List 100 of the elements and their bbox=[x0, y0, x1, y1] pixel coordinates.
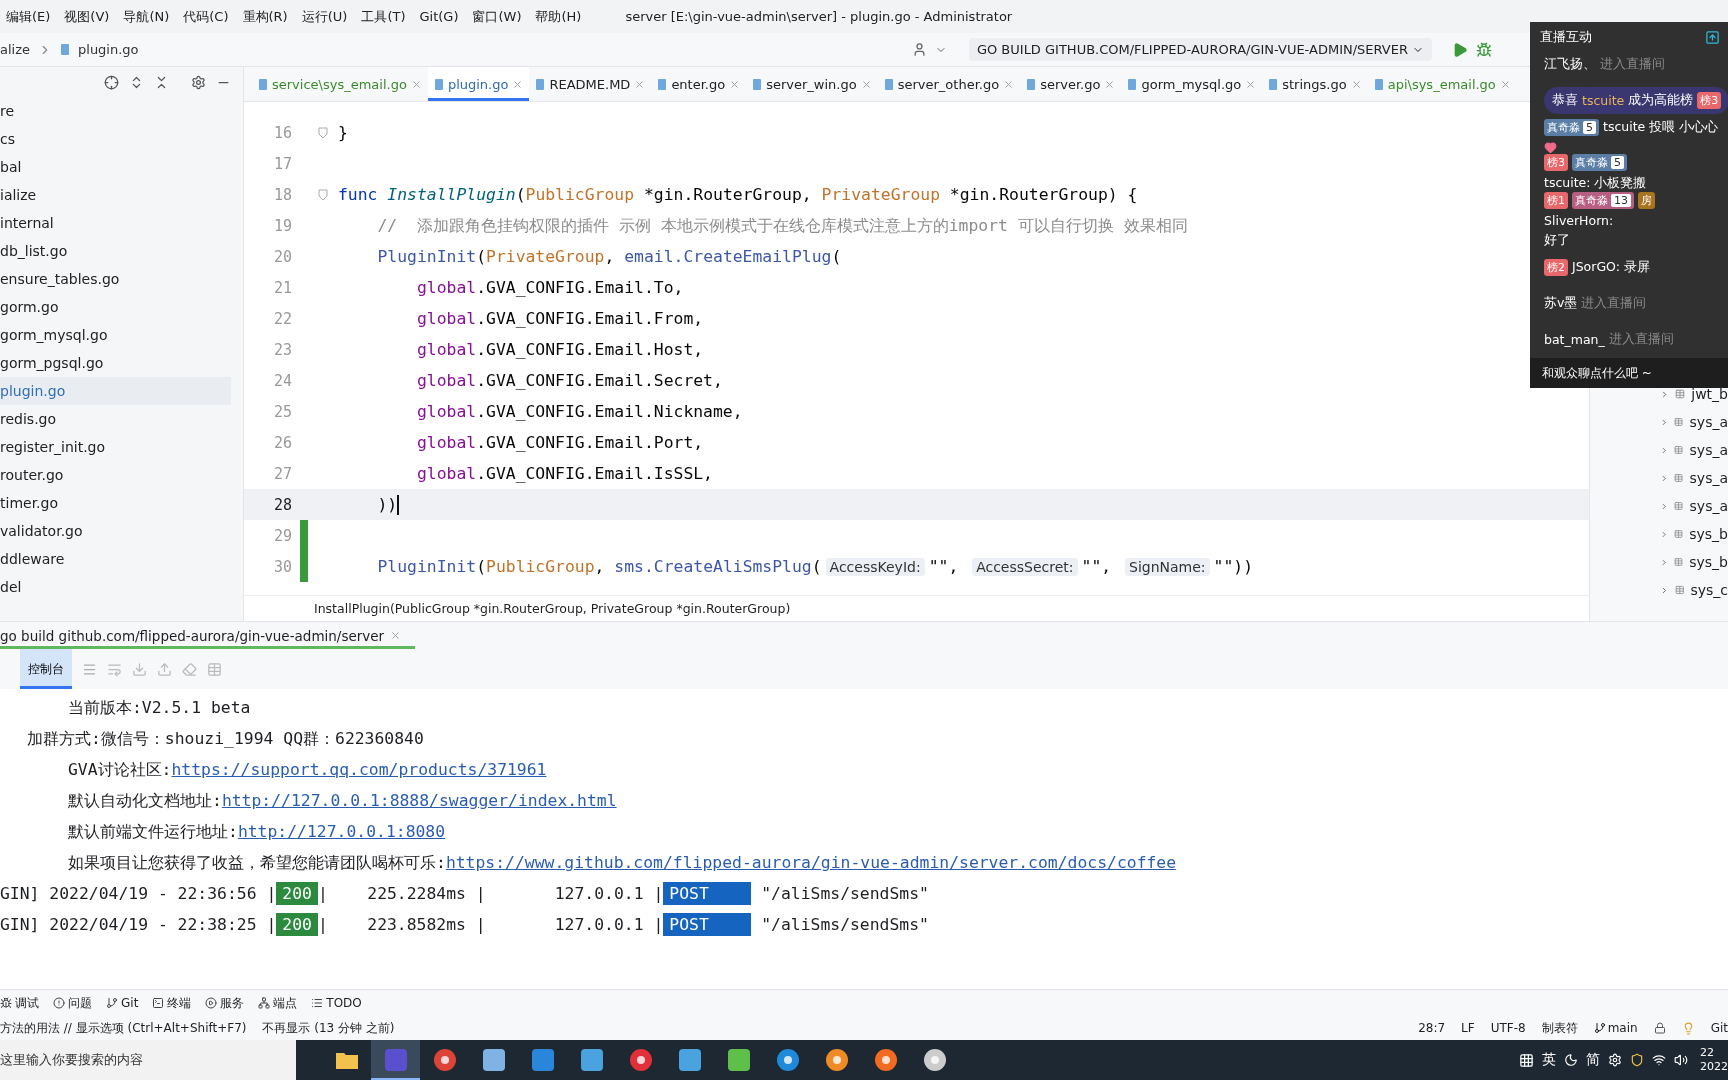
download-icon[interactable] bbox=[132, 661, 147, 677]
crosshair-icon[interactable] bbox=[104, 74, 119, 90]
menu-item[interactable]: 运行(U) bbox=[301, 7, 348, 26]
menu-item[interactable]: Git(G) bbox=[419, 9, 459, 24]
play-icon[interactable] bbox=[1452, 41, 1468, 58]
folder-icon[interactable] bbox=[334, 1050, 359, 1070]
eraser-icon[interactable] bbox=[182, 661, 197, 677]
tree-item[interactable]: ensure_tables.go bbox=[0, 265, 231, 293]
branch-icon[interactable] bbox=[1593, 1022, 1606, 1034]
table-item[interactable]: sys_a bbox=[1689, 498, 1728, 514]
search-field[interactable]: 这里输入你要搜索的内容 bbox=[0, 1040, 296, 1080]
app-icon[interactable] bbox=[726, 1048, 751, 1072]
table-item[interactable]: sys_c bbox=[1690, 582, 1728, 598]
tool-window-tab[interactable]: 服务 bbox=[205, 994, 245, 1012]
app-icon[interactable] bbox=[481, 1048, 506, 1072]
tree-item[interactable]: redis.go bbox=[0, 405, 231, 433]
editor-tab[interactable]: api\sys_email.go bbox=[1367, 67, 1517, 101]
tool-window-tab[interactable]: 端点 bbox=[258, 994, 298, 1012]
app-icon[interactable] bbox=[775, 1048, 800, 1072]
input-mode[interactable]: 简 bbox=[1586, 1051, 1600, 1069]
tree-item[interactable]: re bbox=[0, 97, 231, 125]
editor-tab[interactable]: server_other.go bbox=[877, 67, 1021, 101]
app-icon[interactable] bbox=[873, 1048, 898, 1072]
editor-tab[interactable]: gorm_mysql.go bbox=[1121, 67, 1263, 101]
breadcrumb-item[interactable]: plugin.go bbox=[78, 42, 139, 57]
editor-tab[interactable]: plugin.go bbox=[427, 67, 530, 101]
git-branch[interactable]: main bbox=[1607, 1021, 1638, 1035]
upload-icon[interactable] bbox=[157, 661, 172, 677]
app-icon[interactable] bbox=[628, 1048, 653, 1072]
console-tab[interactable]: 控制台 bbox=[20, 649, 72, 689]
console-link[interactable]: http://127.0.0.1:8080 bbox=[237, 822, 446, 841]
table-item[interactable]: sys_b bbox=[1689, 526, 1728, 542]
tree-item[interactable]: internal bbox=[0, 209, 231, 237]
file-encoding[interactable]: UTF-8 bbox=[1490, 1021, 1526, 1035]
clock-date[interactable]: 2022 bbox=[1700, 1060, 1728, 1074]
run-tab[interactable]: go build github.com/flipped-aurora/gin-vue-admin/server bbox=[0, 622, 416, 649]
indent-setting[interactable]: 制表符 bbox=[1541, 1019, 1578, 1037]
moon-icon[interactable] bbox=[1564, 1053, 1578, 1067]
tree-item[interactable]: db_list.go bbox=[0, 237, 231, 265]
close-icon[interactable] bbox=[729, 78, 741, 90]
tool-window-tab[interactable]: 调试 bbox=[0, 994, 39, 1012]
tree-item[interactable]: register_init.go bbox=[0, 433, 231, 461]
tree-item[interactable]: router.go bbox=[0, 461, 231, 489]
close-icon[interactable] bbox=[512, 78, 524, 90]
tool-window-tab[interactable]: TODO bbox=[311, 996, 362, 1010]
menu-item[interactable]: 工具(T) bbox=[361, 7, 406, 26]
close-icon[interactable] bbox=[1245, 78, 1257, 90]
bug-icon[interactable] bbox=[1476, 41, 1492, 58]
close-icon[interactable] bbox=[860, 78, 872, 90]
tool-window-tab[interactable]: Git bbox=[106, 996, 139, 1010]
editor-tab[interactable]: service\sys_email.go bbox=[252, 67, 428, 101]
fold-icon[interactable] bbox=[318, 188, 328, 201]
tree-item[interactable]: gorm.go bbox=[0, 293, 231, 321]
editor-tab[interactable]: README.MD bbox=[529, 67, 652, 101]
wrap-icon[interactable] bbox=[107, 661, 122, 677]
run-configuration[interactable]: GO BUILD GITHUB.COM/FLIPPED-AURORA/GIN-VUE-ADMIN/SERVER bbox=[968, 38, 1432, 61]
console-link[interactable]: https://support.qq.com/products/371961 bbox=[171, 760, 547, 779]
close-icon[interactable] bbox=[1499, 78, 1511, 90]
network-icon[interactable] bbox=[1652, 1053, 1666, 1067]
table-item[interactable]: jwt_b bbox=[1691, 386, 1728, 402]
user-icon[interactable] bbox=[911, 42, 927, 57]
menu-item[interactable]: 导航(N) bbox=[123, 7, 170, 26]
tree-item[interactable]: cs bbox=[0, 125, 231, 153]
menu-item[interactable]: 视图(V) bbox=[64, 7, 110, 26]
table-item[interactable]: sys_a bbox=[1689, 414, 1728, 430]
close-icon[interactable] bbox=[410, 78, 422, 90]
close-icon[interactable] bbox=[634, 78, 646, 90]
input-language[interactable]: 英 bbox=[1542, 1051, 1556, 1069]
menu-item[interactable]: 帮助(H) bbox=[535, 7, 582, 26]
status-item[interactable]: Git bbox=[1710, 1021, 1728, 1035]
close-icon[interactable] bbox=[390, 630, 402, 641]
tree-item[interactable]: del bbox=[0, 573, 231, 601]
console-link[interactable]: http://127.0.0.1:8888/swagger/index.html bbox=[221, 791, 617, 810]
table-item[interactable]: sys_b bbox=[1689, 554, 1728, 570]
close-icon[interactable] bbox=[1104, 78, 1116, 90]
tree-item[interactable]: ddleware bbox=[0, 545, 231, 573]
tree-item[interactable]: timer.go bbox=[0, 489, 231, 517]
dismiss-link[interactable]: 不再显示 (13 分钟 之前) bbox=[262, 1019, 395, 1037]
tool-window-tab[interactable]: 终端 bbox=[152, 994, 192, 1012]
grid-icon[interactable] bbox=[1519, 1052, 1534, 1068]
editor-tab[interactable]: strings.go bbox=[1262, 67, 1368, 101]
chat-input[interactable]: 和观众聊点什么吧 ~ bbox=[1530, 358, 1728, 388]
shield-icon[interactable] bbox=[1630, 1053, 1644, 1067]
editor-tab[interactable]: server_win.go bbox=[746, 67, 878, 101]
settings-icon[interactable] bbox=[191, 74, 206, 90]
tree-item[interactable]: gorm_pgsql.go bbox=[0, 349, 231, 377]
tree-item[interactable]: plugin.go bbox=[0, 377, 231, 405]
editor-tab[interactable]: enter.go bbox=[651, 67, 747, 101]
lock-icon[interactable] bbox=[1653, 1022, 1666, 1034]
menu-icon[interactable] bbox=[82, 661, 97, 677]
editor-tab[interactable]: server.go bbox=[1020, 67, 1122, 101]
tree-item[interactable]: bal bbox=[0, 153, 231, 181]
tree-item[interactable]: validator.go bbox=[0, 517, 231, 545]
line-ending[interactable]: LF bbox=[1461, 1021, 1475, 1035]
menu-item[interactable]: 编辑(E) bbox=[6, 7, 51, 26]
close-icon[interactable] bbox=[1003, 78, 1015, 90]
fold-icon[interactable] bbox=[318, 126, 328, 139]
table-item[interactable]: sys_a bbox=[1689, 442, 1728, 458]
cursor-position[interactable]: 28:7 bbox=[1418, 1021, 1446, 1035]
close-icon[interactable] bbox=[1350, 78, 1362, 90]
